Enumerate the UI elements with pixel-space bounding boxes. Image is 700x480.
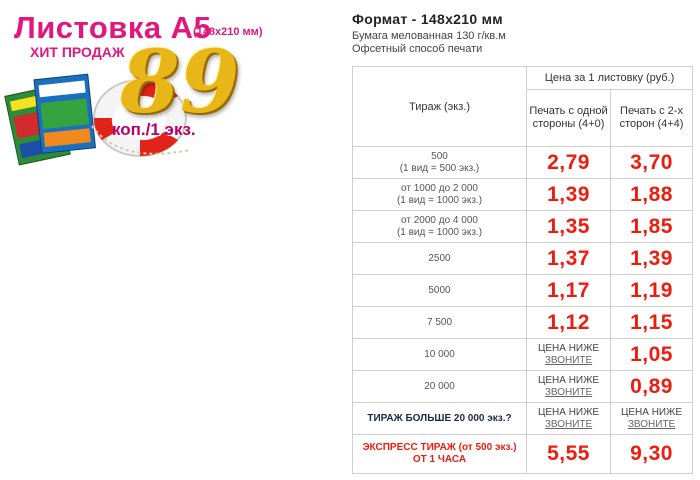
promo-banner: Листовка А5 (148x210 мм) ХИТ ПРОДАЖ 89 к… — [0, 0, 285, 175]
price-double: 1,88 — [609, 178, 694, 211]
qty-value: 500 — [431, 150, 448, 162]
qty-cell: от 2000 до 4 000 (1 вид = 1000 экз.) — [352, 210, 527, 243]
price-double: 1,85 — [609, 210, 694, 243]
qty-value: 7 500 — [352, 306, 527, 339]
price-single: 1,39 — [526, 178, 611, 211]
promo-hit-label: ХИТ ПРОДАЖ — [30, 44, 125, 60]
table-row: 500 (1 вид = 500 экз.) 2,79 3,70 — [352, 146, 694, 179]
table-header-row: Тираж (экз.) Цена за 1 листовку (руб.) — [352, 66, 694, 147]
price-single: 1,35 — [526, 210, 611, 243]
price-double: 1,39 — [609, 242, 694, 275]
price-double: 3,70 — [609, 146, 694, 179]
print-method: Офсетный способ печати — [352, 43, 483, 55]
price-lower-label: ЦЕНА НИЖЕ — [537, 374, 600, 386]
price-lower-cell: ЦЕНА НИЖЕ ЗВОНИТЕ — [526, 402, 611, 435]
large-run-label: ТИРАЖ БОЛЬШЕ 20 000 экз.? — [352, 402, 527, 435]
qty-value: 5000 — [352, 274, 527, 307]
call-link[interactable]: ЗВОНИТЕ — [527, 419, 610, 431]
qty-cell: 500 (1 вид = 500 экз.) — [352, 146, 527, 179]
call-link[interactable]: ЗВОНИТЕ — [527, 355, 610, 367]
table-row: 10 000 ЦЕНА НИЖЕ ЗВОНИТЕ 1,05 — [352, 338, 694, 371]
price-lower-label: ЦЕНА НИЖЕ — [537, 342, 600, 354]
express-label: ЭКСПРЕСС ТИРАЖ (от 500 экз.) — [362, 442, 517, 453]
price-lower-cell: ЦЕНА НИЖЕ ЗВОНИТЕ — [526, 338, 611, 371]
table-row: ТИРАЖ БОЛЬШЕ 20 000 экз.? ЦЕНА НИЖЕ ЗВОНИ… — [352, 402, 694, 435]
price-single: 1,17 — [526, 274, 611, 307]
qty-note: (1 вид = 1000 экз.) — [396, 226, 483, 238]
qty-cell: от 1000 до 2 000 (1 вид = 1000 экз.) — [352, 178, 527, 211]
format-details: Бумага мелованная 130 г/кв.м Офсетный сп… — [352, 30, 506, 56]
table-row: от 1000 до 2 000 (1 вид = 1000 экз.) 1,39… — [352, 178, 694, 211]
price-lower-label: ЦЕНА НИЖЕ — [537, 406, 600, 418]
price-lower-cell: ЦЕНА НИЖЕ ЗВОНИТЕ — [526, 370, 611, 403]
price-double: 1,15 — [609, 306, 694, 339]
price-double: 0,89 — [609, 370, 694, 403]
format-title: Формат - 148x210 мм — [352, 11, 503, 27]
price-double: 1,19 — [609, 274, 694, 307]
table-row: ЭКСПРЕСС ТИРАЖ (от 500 экз.) ОТ 1 ЧАСА 5,… — [352, 434, 694, 474]
price-lower-cell: ЦЕНА НИЖЕ ЗВОНИТЕ — [609, 402, 694, 435]
table-row: 5000 1,17 1,19 — [352, 274, 694, 307]
price-double: 1,05 — [609, 338, 694, 371]
qty-value: 2500 — [352, 242, 527, 275]
price-table: Тираж (экз.) Цена за 1 листовку (руб.) П… — [352, 66, 694, 474]
promo-price-unit: коп./1 экз. — [112, 120, 196, 139]
header-tirazh: Тираж (экз.) — [352, 66, 527, 147]
qty-value: от 1000 до 2 000 — [401, 182, 478, 194]
price-single: 2,79 — [526, 146, 611, 179]
table-row: 20 000 ЦЕНА НИЖЕ ЗВОНИТЕ 0,89 — [352, 370, 694, 403]
price-single: 1,12 — [526, 306, 611, 339]
price-single: 5,55 — [526, 434, 611, 474]
qty-note: (1 вид = 1000 экз.) — [396, 194, 483, 206]
table-row: 2500 1,37 1,39 — [352, 242, 694, 275]
header-double-sided: Печать с 2-х сторон (4+4) — [609, 89, 694, 147]
table-row: 7 500 1,12 1,15 — [352, 306, 694, 339]
price-double: 9,30 — [609, 434, 694, 474]
promo-price: 89 — [120, 32, 240, 133]
price-single: 1,37 — [526, 242, 611, 275]
qty-value: от 2000 до 4 000 — [401, 214, 478, 226]
header-single-sided: Печать с одной стороны (4+0) — [526, 89, 611, 147]
paper-spec: Бумага мелованная 130 г/кв.м — [352, 30, 506, 42]
express-cell: ЭКСПРЕСС ТИРАЖ (от 500 экз.) ОТ 1 ЧАСА — [352, 434, 527, 474]
header-price-per-flyer: Цена за 1 листовку (руб.) — [525, 66, 694, 90]
qty-value: 10 000 — [352, 338, 527, 371]
express-time: ОТ 1 ЧАСА — [412, 454, 467, 465]
table-row: от 2000 до 4 000 (1 вид = 1000 экз.) 1,35… — [352, 210, 694, 243]
qty-note: (1 вид = 500 экз.) — [399, 162, 480, 174]
price-lower-label: ЦЕНА НИЖЕ — [620, 406, 683, 418]
call-link[interactable]: ЗВОНИТЕ — [527, 387, 610, 399]
qty-value: 20 000 — [352, 370, 527, 403]
call-link[interactable]: ЗВОНИТЕ — [611, 419, 692, 431]
